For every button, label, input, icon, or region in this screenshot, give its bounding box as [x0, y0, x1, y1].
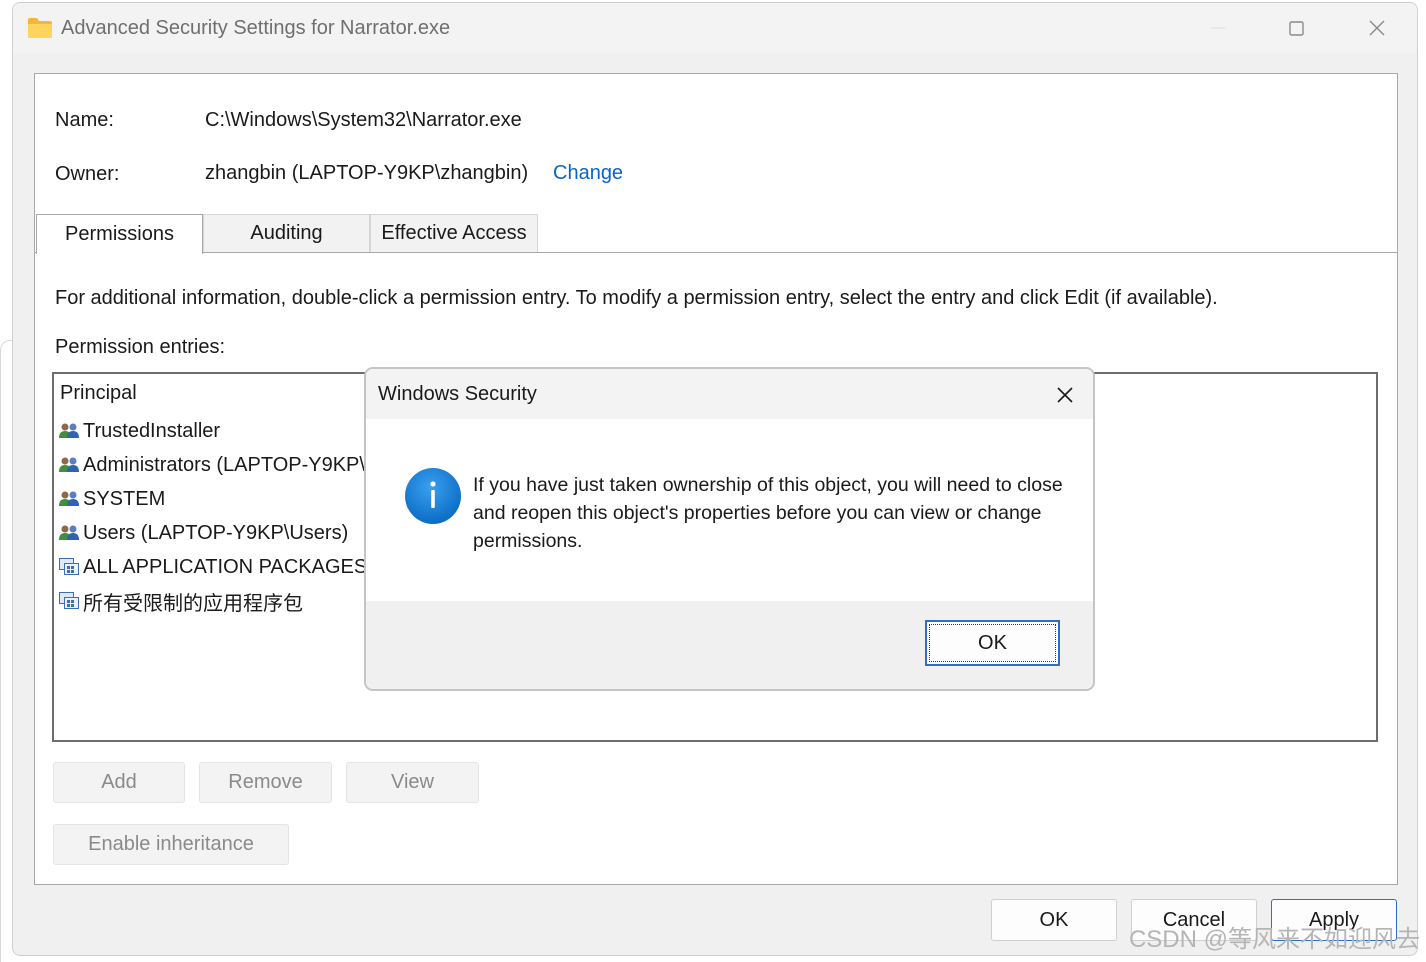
list-item[interactable]: ALL APPLICATION PACKAGES: [59, 552, 367, 582]
principal-name: 所有受限制的应用程序包: [83, 592, 303, 615]
list-item[interactable]: 所有受限制的应用程序包: [59, 586, 303, 616]
ok-button[interactable]: OK: [991, 899, 1117, 941]
add-button[interactable]: Add: [53, 762, 185, 803]
list-item[interactable]: Users (LAPTOP-Y9KP\Users): [59, 518, 348, 548]
close-icon[interactable]: [1362, 13, 1392, 43]
dialog-title-bar[interactable]: Windows Security: [366, 369, 1093, 419]
background-window-edge: [0, 340, 12, 962]
info-text: For additional information, double-click…: [55, 287, 1218, 309]
remove-button[interactable]: Remove: [199, 762, 332, 803]
owner-label: Owner:: [55, 163, 120, 185]
tab-permissions[interactable]: Permissions: [36, 214, 203, 254]
permission-entries-label: Permission entries:: [55, 336, 226, 358]
name-value: C:\Windows\System32\Narrator.exe: [205, 109, 522, 131]
principal-name: Administrators (LAPTOP-Y9KP\: [83, 453, 365, 476]
user-group-icon: [59, 457, 79, 472]
column-header-principal[interactable]: Principal: [60, 382, 137, 405]
view-button[interactable]: View: [346, 762, 479, 803]
list-item[interactable]: Administrators (LAPTOP-Y9KP\: [59, 450, 365, 480]
window-title: Advanced Security Settings for Narrator.…: [61, 17, 451, 39]
dialog-body: If you have just taken ownership of this…: [366, 419, 1093, 601]
principal-name: Users (LAPTOP-Y9KP\Users): [83, 521, 349, 544]
close-icon[interactable]: [1050, 380, 1080, 410]
dialog-footer: OK: [366, 601, 1093, 689]
dialog-title: Windows Security: [378, 383, 537, 405]
dialog-ok-button[interactable]: OK: [925, 620, 1060, 666]
dialog-message: If you have just taken ownership of this…: [473, 474, 1063, 552]
user-group-icon: [59, 423, 79, 438]
change-owner-link[interactable]: Change: [553, 162, 623, 185]
user-group-icon: [59, 491, 79, 506]
enable-inheritance-button[interactable]: Enable inheritance: [53, 824, 289, 865]
principal-name: TrustedInstaller: [83, 419, 221, 442]
watermark: CSDN @等风来不如迎风去: [1128, 926, 1420, 953]
tab-strip-border: [35, 252, 1397, 253]
title-bar[interactable]: Advanced Security Settings for Narrator.…: [13, 3, 1417, 53]
tab-auditing[interactable]: Auditing: [203, 214, 370, 252]
windows-security-dialog: Windows Security If you have just taken …: [364, 367, 1095, 691]
owner-value: zhangbin (LAPTOP-Y9KP\zhangbin): [205, 162, 529, 184]
principal-name: SYSTEM: [83, 487, 166, 510]
folder-icon: [28, 18, 52, 38]
user-group-icon: [59, 525, 79, 540]
info-icon: [405, 468, 461, 524]
maximize-icon[interactable]: [1281, 13, 1311, 43]
app-package-icon: [59, 592, 79, 609]
name-label: Name:: [55, 109, 114, 131]
principal-name: ALL APPLICATION PACKAGES: [83, 555, 368, 578]
tab-effective-access[interactable]: Effective Access: [370, 214, 538, 252]
list-item[interactable]: SYSTEM: [59, 484, 165, 514]
list-item[interactable]: TrustedInstaller: [59, 416, 220, 446]
minimize-icon[interactable]: [1203, 13, 1233, 43]
app-package-icon: [59, 558, 79, 575]
